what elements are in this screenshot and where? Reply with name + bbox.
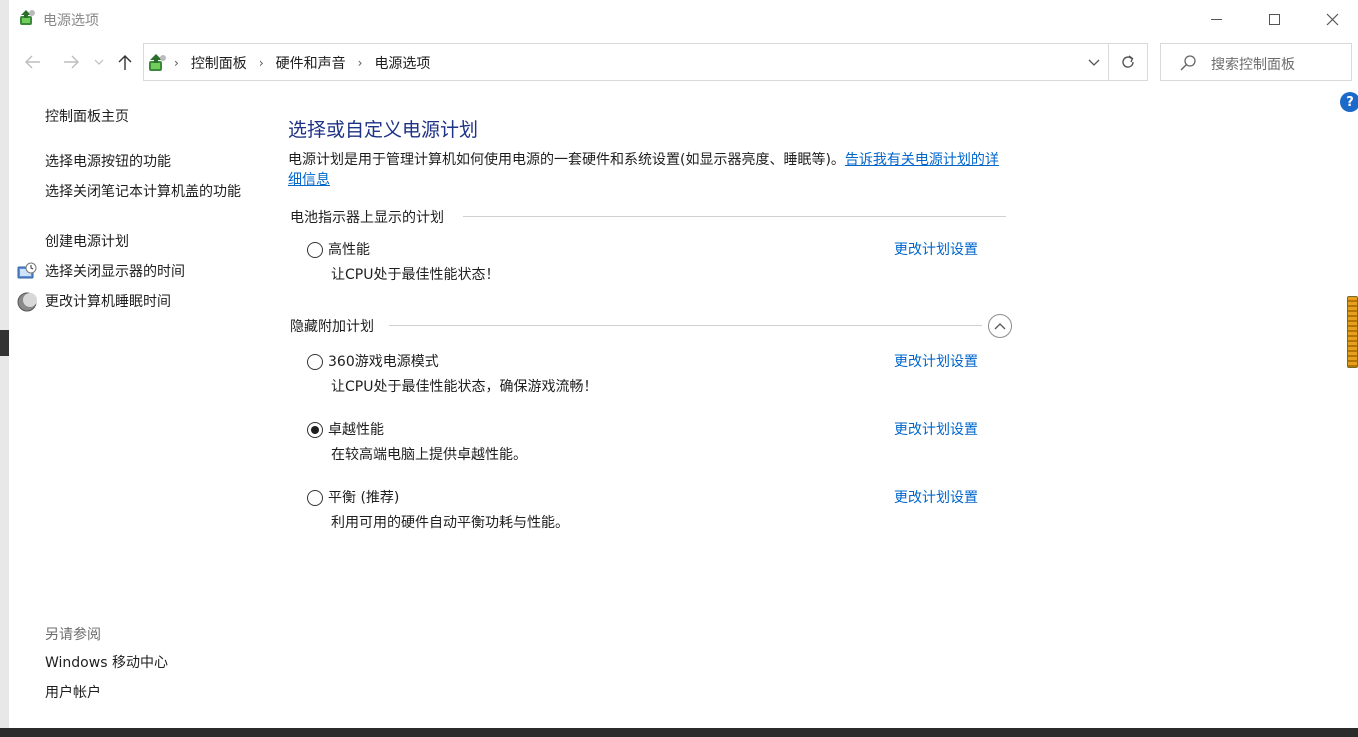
maximize-icon: [1268, 13, 1280, 25]
address-bar[interactable]: › 控制面板 › 硬件和声音 › 电源选项: [143, 43, 1148, 81]
plan-radio[interactable]: [307, 354, 323, 370]
minimize-button[interactable]: [1187, 0, 1245, 38]
monitor-clock-icon: [17, 262, 37, 279]
scrollbar-thumb[interactable]: [1347, 296, 1358, 368]
breadcrumb-control-panel[interactable]: 控制面板: [191, 53, 247, 73]
plan-name[interactable]: 平衡 (推荐): [328, 488, 399, 508]
sidebar-item-power-buttons[interactable]: 选择电源按钮的功能: [45, 152, 171, 172]
sidebar-item-create-plan[interactable]: 创建电源计划: [45, 232, 129, 252]
search-input[interactable]: 搜索控制面板: [1160, 43, 1352, 81]
plan-description: 让CPU处于最佳性能状态，确保游戏流畅！: [331, 379, 598, 395]
power-options-window: 电源选项 › 控制面板 › 硬件和声音 › 电源选项 搜索控制面板 ? 控制面板…: [9, 0, 1358, 728]
sidebar-item-display-off[interactable]: 选择关闭显示器的时间: [45, 262, 185, 282]
recent-locations-button[interactable]: [89, 50, 109, 74]
taskbar-strip: [0, 728, 1358, 737]
change-plan-settings-link[interactable]: 更改计划设置: [894, 352, 978, 372]
maximize-button[interactable]: [1245, 0, 1303, 38]
page-description: 电源计划是用于管理计算机如何使用电源的一套硬件和系统设置(如显示器亮度、睡眠等)…: [288, 150, 1008, 190]
change-plan-settings-link[interactable]: 更改计划设置: [894, 240, 978, 260]
moon-icon: [17, 292, 37, 312]
refresh-button[interactable]: [1108, 44, 1147, 80]
up-button[interactable]: [113, 50, 137, 74]
arrow-left-icon: [25, 55, 40, 69]
chevron-down-icon: [94, 59, 104, 65]
group-divider: [389, 325, 982, 326]
plan-name[interactable]: 360游戏电源模式: [328, 352, 439, 372]
chevron-up-icon: [994, 322, 1006, 329]
plan-radio[interactable]: [307, 242, 323, 258]
navigation-bar: › 控制面板 › 硬件和声音 › 电源选项 搜索控制面板: [9, 42, 1358, 82]
see-also-heading: 另请参阅: [45, 627, 101, 643]
title-bar: 电源选项: [9, 0, 1358, 38]
close-button[interactable]: [1303, 0, 1358, 38]
sidebar-item-sleep-time[interactable]: 更改计算机睡眠时间: [45, 292, 171, 312]
search-icon: [1180, 55, 1196, 71]
search-placeholder: 搜索控制面板: [1211, 57, 1295, 73]
breadcrumb-chevron-icon[interactable]: ›: [259, 56, 264, 70]
window-title: 电源选项: [43, 13, 99, 29]
address-history-button[interactable]: [1080, 44, 1108, 80]
help-icon[interactable]: ?: [1340, 92, 1358, 112]
hidden-group-heading: 隐藏附加计划: [290, 319, 374, 335]
forward-button[interactable]: [59, 50, 83, 74]
plan-name[interactable]: 卓越性能: [328, 420, 384, 440]
page-title: 选择或自定义电源计划: [288, 119, 479, 141]
control-panel-icon: [149, 54, 166, 71]
back-button[interactable]: [21, 50, 45, 74]
breadcrumb-chevron-icon[interactable]: ›: [358, 56, 363, 70]
description-text: 电源计划是用于管理计算机如何使用电源的一套硬件和系统设置(如显示器亮度、睡眠等)…: [288, 152, 845, 168]
arrow-right-icon: [64, 55, 79, 69]
sidebar-item-lid-close[interactable]: 选择关闭笔记本计算机盖的功能: [45, 182, 255, 202]
breadcrumb-chevron-icon: ›: [174, 56, 179, 70]
background-window-strip: [0, 0, 9, 737]
plan-description: 在较高端电脑上提供卓越性能。: [331, 447, 527, 463]
breadcrumb-power-options[interactable]: 电源选项: [374, 53, 430, 73]
change-plan-settings-link[interactable]: 更改计划设置: [894, 420, 978, 440]
close-icon: [1326, 13, 1338, 25]
sidebar-item-control-panel-home[interactable]: 控制面板主页: [45, 107, 129, 127]
plan-name[interactable]: 高性能: [328, 240, 370, 260]
sidebar-link-user-accounts[interactable]: 用户帐户: [45, 683, 101, 703]
breadcrumb: › 控制面板 › 硬件和声音 › 电源选项: [174, 53, 442, 73]
group-divider: [463, 216, 1006, 217]
arrow-up-icon: [118, 54, 132, 70]
plan-radio[interactable]: [307, 490, 323, 506]
battery-group-heading: 电池指示器上显示的计划: [290, 210, 444, 226]
plan-description: 让CPU处于最佳性能状态！: [331, 267, 500, 283]
power-options-app-icon: [20, 10, 35, 25]
plan-radio-selected[interactable]: [307, 422, 323, 438]
refresh-icon: [1122, 55, 1134, 68]
collapse-hidden-plans-button[interactable]: [988, 314, 1012, 338]
change-plan-settings-link[interactable]: 更改计划设置: [894, 488, 978, 508]
chevron-down-icon: [1088, 59, 1100, 66]
breadcrumb-hardware-sound[interactable]: 硬件和声音: [276, 53, 346, 73]
sidebar-link-mobility-center[interactable]: Windows 移动中心: [45, 653, 168, 673]
plan-description: 利用可用的硬件自动平衡功耗与性能。: [331, 515, 569, 531]
minimize-icon: [1210, 18, 1222, 20]
